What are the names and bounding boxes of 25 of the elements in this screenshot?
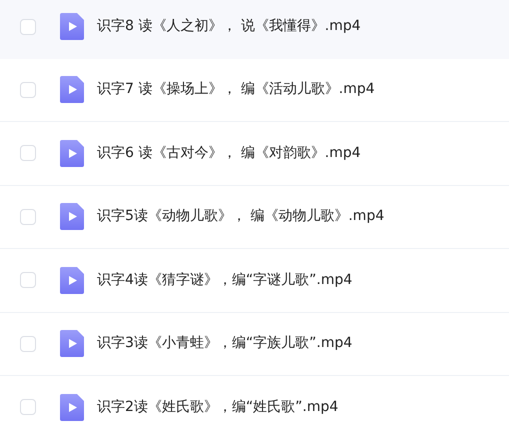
checkbox[interactable] [20,18,36,35]
file-name[interactable]: 识字8 读《人之初》， 说《我懂得》.mp4 [97,16,361,38]
video-file-icon [60,140,84,167]
file-row[interactable]: 识字7 读《操场上》， 编《活动儿歌》.mp4 [0,58,509,122]
file-name[interactable]: 识字6 读《古对今》， 编《对韵歌》.mp4 [97,142,361,164]
file-row[interactable]: 识字5读《动物儿歌》， 编《动物儿歌》.mp4 [0,186,509,249]
file-name[interactable]: 识字7 读《操场上》， 编《活动儿歌》.mp4 [97,79,375,100]
video-file-icon [60,203,84,230]
video-file-icon [60,266,84,294]
file-name[interactable]: 识字5读《动物儿歌》， 编《动物儿歌》.mp4 [97,206,384,228]
checkbox[interactable] [20,208,36,225]
video-file-icon [60,394,84,421]
video-file-icon [60,13,84,40]
checkbox[interactable] [20,336,36,352]
checkbox[interactable] [20,82,36,98]
file-row[interactable]: 识字8 读《人之初》， 说《我懂得》.mp4 [0,0,509,58]
video-file-icon [60,76,84,104]
file-name[interactable]: 识字3读《小青蛙》，编“字族儿歌”.mp4 [97,333,352,354]
file-name[interactable]: 识字2读《姓氏歌》，编“姓氏歌”.mp4 [97,396,338,418]
video-file-icon [60,330,84,358]
checkbox[interactable] [20,272,36,288]
checkbox[interactable] [20,145,36,162]
file-row[interactable]: 识字3读《小青蛙》，编“字族儿歌”.mp4 [0,312,509,376]
file-name[interactable]: 识字4读《猜字谜》，编“字谜儿歌”.mp4 [97,270,352,291]
checkbox[interactable] [20,399,36,416]
